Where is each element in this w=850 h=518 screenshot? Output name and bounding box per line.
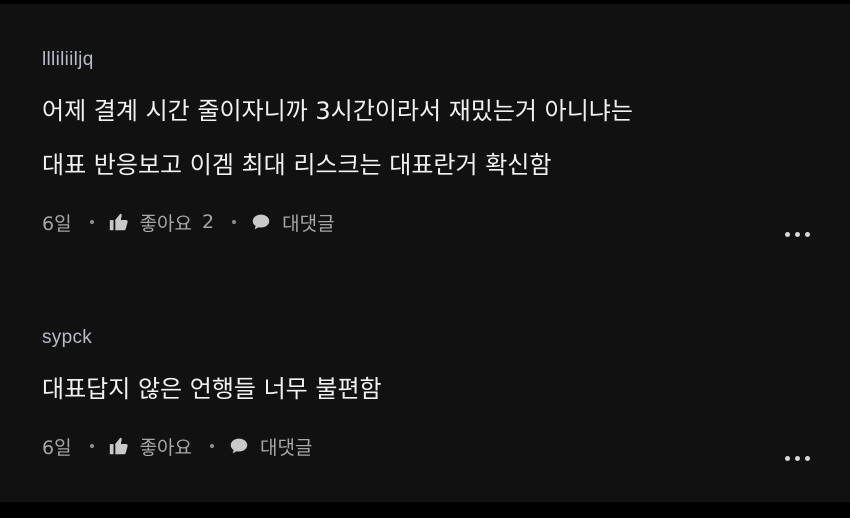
reply-label[interactable]: 대댓글 xyxy=(260,433,312,460)
comment-username[interactable]: llliliiljq xyxy=(42,48,826,72)
comment-text-line: 대표답지 않은 언행들 너무 불편함 xyxy=(42,375,382,403)
speech-bubble-icon[interactable] xyxy=(228,435,250,457)
comment-age: 6일 xyxy=(42,212,72,235)
more-horizontal-icon[interactable] xyxy=(785,232,810,237)
reply-label[interactable]: 대댓글 xyxy=(282,209,334,236)
thumbs-up-icon[interactable] xyxy=(108,211,130,233)
comment-text-line: 대표 반응보고 이겜 최대 리스크는 대표란거 확신함 xyxy=(42,151,552,179)
comment-meta: 6일 좋아요 대댓글 xyxy=(42,431,826,461)
comment-item: sypck 대표답지 않은 언행들 너무 불편함 6일 좋아요 대댓글 xyxy=(42,326,826,461)
separator-dot xyxy=(210,444,215,448)
like-label[interactable]: 좋아요 xyxy=(140,433,192,460)
like-label[interactable]: 좋아요 xyxy=(140,209,192,236)
speech-bubble-icon[interactable] xyxy=(250,211,272,233)
like-count: 2 xyxy=(202,211,215,233)
comment-username[interactable]: sypck xyxy=(42,326,826,350)
comment-text-line: 어제 결계 시간 줄이자니까 3시간이라서 재밌는거 아니냐는 xyxy=(42,97,633,125)
comment-age: 6일 xyxy=(42,436,72,459)
comment-list: llliliiljq 어제 결계 시간 줄이자니까 3시간이라서 재밌는거 아니… xyxy=(0,0,850,518)
separator-dot xyxy=(232,220,237,224)
comment-meta: 6일 좋아요 2 대댓글 xyxy=(42,207,826,237)
thumbs-up-icon[interactable] xyxy=(108,435,130,457)
comment-item: llliliiljq 어제 결계 시간 줄이자니까 3시간이라서 재밌는거 아니… xyxy=(42,48,826,237)
more-horizontal-icon[interactable] xyxy=(785,456,810,461)
separator-dot xyxy=(89,220,94,224)
separator-dot xyxy=(89,444,94,448)
